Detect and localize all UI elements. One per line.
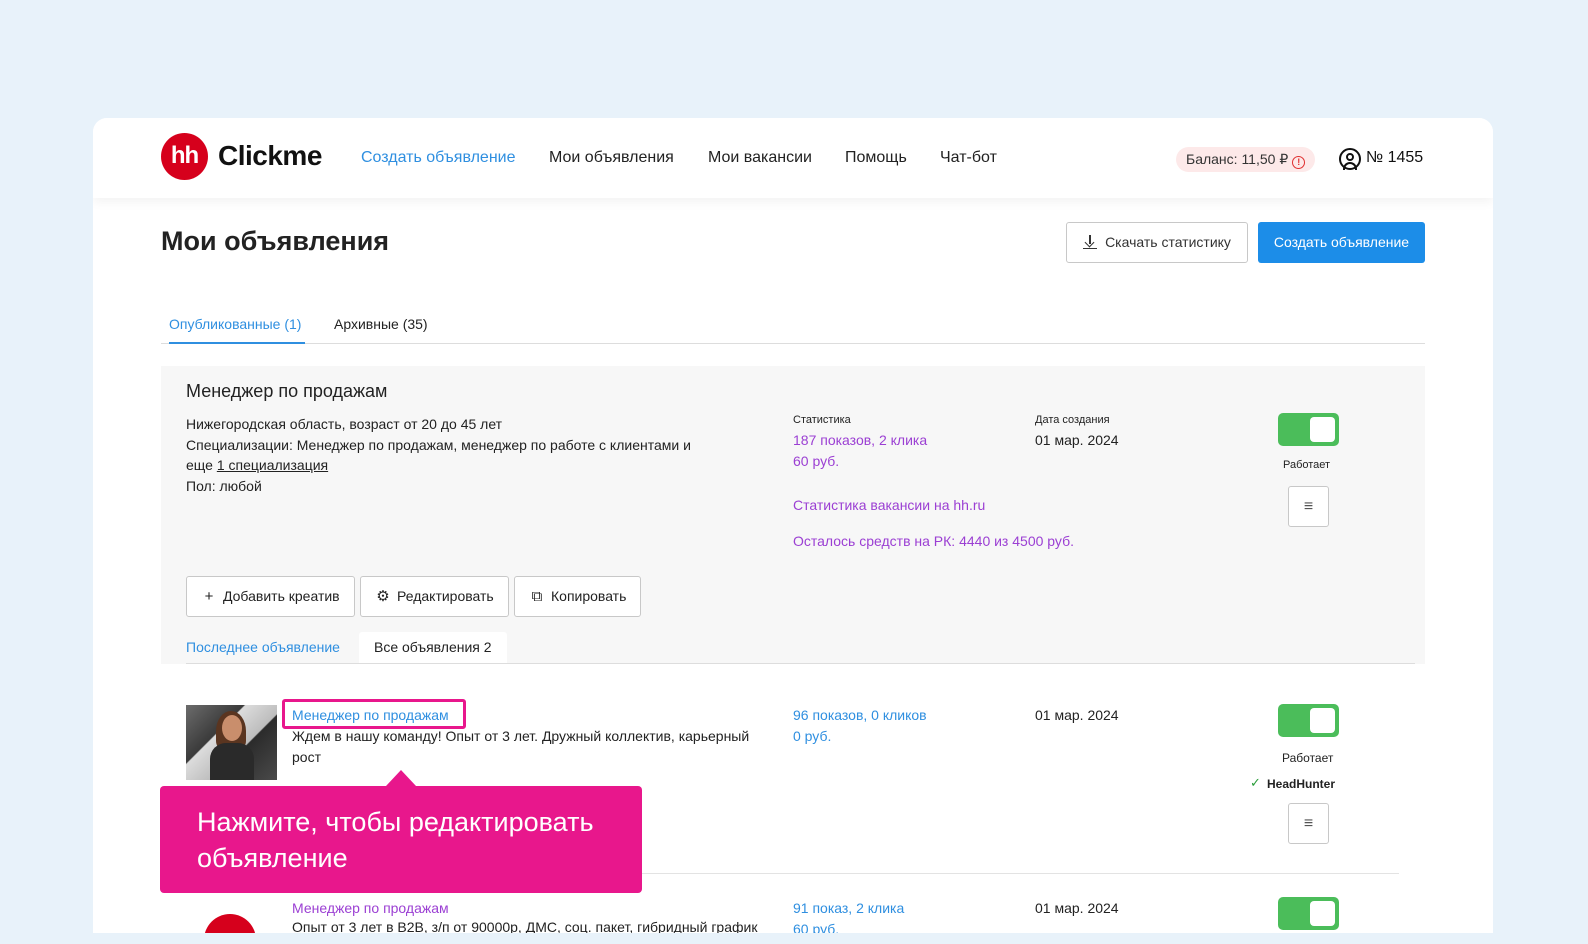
ad-date: 01 мар. 2024	[1035, 900, 1119, 916]
ad-spent: 60 руб.	[793, 920, 840, 934]
stats-label: Статистика	[793, 414, 851, 426]
ad-text-line: Ждем в нашу команду! Опыт от 3 лет. Друж…	[292, 728, 750, 744]
campaign-title: Менеджер по продажам	[186, 381, 388, 401]
download-stats-label: Скачать статистику	[1105, 234, 1231, 250]
download-stats-button[interactable]: Скачать статистику	[1066, 222, 1248, 263]
nav-chatbot[interactable]: Чат-бот	[940, 149, 997, 167]
campaign-status-label: Работает	[1283, 459, 1331, 471]
create-ad-button[interactable]: Создать объявление	[1258, 222, 1425, 263]
ads-subtabs: Последнее объявление Все объявления 2	[186, 632, 1415, 664]
ad-stats: 91 показ, 2 клика 60 руб.	[793, 898, 904, 933]
edit-label: Редактировать	[397, 588, 494, 604]
copy-label: Копировать	[551, 588, 627, 604]
plus-icon: +	[204, 588, 214, 605]
nav-my-vacancies[interactable]: Мои вакансии	[708, 149, 812, 167]
ad-text: Опыт от 3 лет в B2B, з/п от 90000р, ДМС,…	[292, 919, 758, 933]
info-alert-icon: !	[1292, 156, 1306, 169]
ad-status-toggle[interactable]	[1278, 897, 1339, 930]
campaign-impressions-clicks: 187 показов, 2 клика	[793, 432, 928, 448]
more-specializations-link[interactable]: 1 специализация	[217, 457, 328, 473]
ad-text: Ждем в нашу команду! Опыт от 3 лет. Друж…	[292, 726, 772, 767]
top-header: hh Clickme Создать объявление Мои объявл…	[93, 118, 1493, 198]
ad-title-link[interactable]: Менеджер по продажам	[292, 900, 449, 916]
ad-status-label: Работает	[1282, 751, 1334, 765]
ad-status-toggle[interactable]	[1278, 704, 1339, 737]
user-icon[interactable]	[1339, 148, 1361, 170]
add-creative-button[interactable]: + Добавить креатив	[186, 576, 355, 617]
vacancy-stats-link[interactable]: Статистика вакансии на hh.ru	[793, 497, 985, 513]
hh-logo-icon[interactable]: hh	[161, 133, 208, 180]
subtab-latest-ad[interactable]: Последнее объявление	[186, 632, 340, 663]
status-tabs: Опубликованные (1) Архивные (35)	[161, 314, 1425, 344]
download-icon	[1083, 235, 1098, 249]
platform-label: HeadHunter	[1267, 777, 1336, 791]
more-prefix: еще	[186, 457, 217, 473]
campaign-spent: 60 руб.	[793, 452, 840, 469]
campaign-menu-button[interactable]: ≡	[1288, 486, 1329, 527]
tooltip-line: Нажмите, чтобы редактировать	[197, 807, 594, 837]
budget-left-text: Осталось средств на РК: 4440 из 4500 руб…	[793, 533, 1074, 549]
campaign-gender: Пол: любой	[186, 477, 262, 494]
campaign-more-specs: еще 1 специализация	[186, 455, 726, 476]
campaign-description: Нижегородская область, возраст от 20 до …	[186, 414, 726, 496]
edit-hint-tooltip: Нажмите, чтобы редактировать объявление	[160, 770, 642, 893]
ad-text-line: рост	[292, 748, 321, 765]
edit-button[interactable]: ⚙ Редактировать	[360, 576, 509, 617]
campaign-date: 01 мар. 2024	[1035, 432, 1119, 448]
logo-text[interactable]: Clickme	[218, 140, 322, 172]
menu-icon: ≡	[1303, 815, 1314, 832]
campaign-stats: 187 показов, 2 клика 60 руб.	[793, 430, 927, 471]
nav-create-ad[interactable]: Создать объявление	[361, 149, 515, 167]
ad-title-link[interactable]: Менеджер по продажам	[292, 707, 449, 723]
copy-button[interactable]: ⧉ Копировать	[514, 576, 642, 617]
tab-published[interactable]: Опубликованные (1)	[169, 316, 301, 332]
ad-impressions-clicks: 91 показ, 2 клика	[793, 900, 905, 916]
page-title: Мои объявления	[161, 226, 390, 256]
campaign-specializations: Специализации: Менеджер по продажам, мен…	[186, 436, 691, 453]
balance-badge[interactable]: Баланс: 11,50 ₽!	[1176, 147, 1316, 172]
campaign-region-age: Нижегородская область, возраст от 20 до …	[186, 416, 503, 432]
campaign-status-toggle[interactable]	[1278, 413, 1339, 446]
date-label: Дата создания	[1035, 414, 1110, 426]
tab-archived[interactable]: Архивные (35)	[334, 316, 428, 332]
gear-icon: ⚙	[376, 588, 390, 605]
ad-thumbnail	[186, 705, 277, 780]
nav-help[interactable]: Помощь	[845, 149, 907, 167]
tooltip-line: объявление	[197, 843, 348, 873]
copy-icon: ⧉	[531, 588, 543, 605]
menu-icon: ≡	[1303, 498, 1314, 515]
ad-spent: 0 руб.	[793, 727, 832, 744]
ad-stats: 96 показов, 0 кликов 0 руб.	[793, 705, 927, 746]
ad-date: 01 мар. 2024	[1035, 707, 1119, 723]
ad-impressions-clicks: 96 показов, 0 кликов	[793, 707, 927, 723]
active-tab-underline	[169, 342, 305, 344]
ad-thumbnail	[204, 914, 256, 933]
nav-my-ads[interactable]: Мои объявления	[549, 149, 674, 167]
ad-menu-button[interactable]: ≡	[1288, 803, 1329, 844]
add-creative-label: Добавить креатив	[223, 588, 340, 604]
subtab-all-ads[interactable]: Все объявления 2	[359, 632, 507, 663]
balance-text: Баланс: 11,50 ₽	[1186, 151, 1289, 167]
check-icon: ✓	[1250, 775, 1261, 790]
user-number[interactable]: № 1455	[1366, 149, 1423, 167]
